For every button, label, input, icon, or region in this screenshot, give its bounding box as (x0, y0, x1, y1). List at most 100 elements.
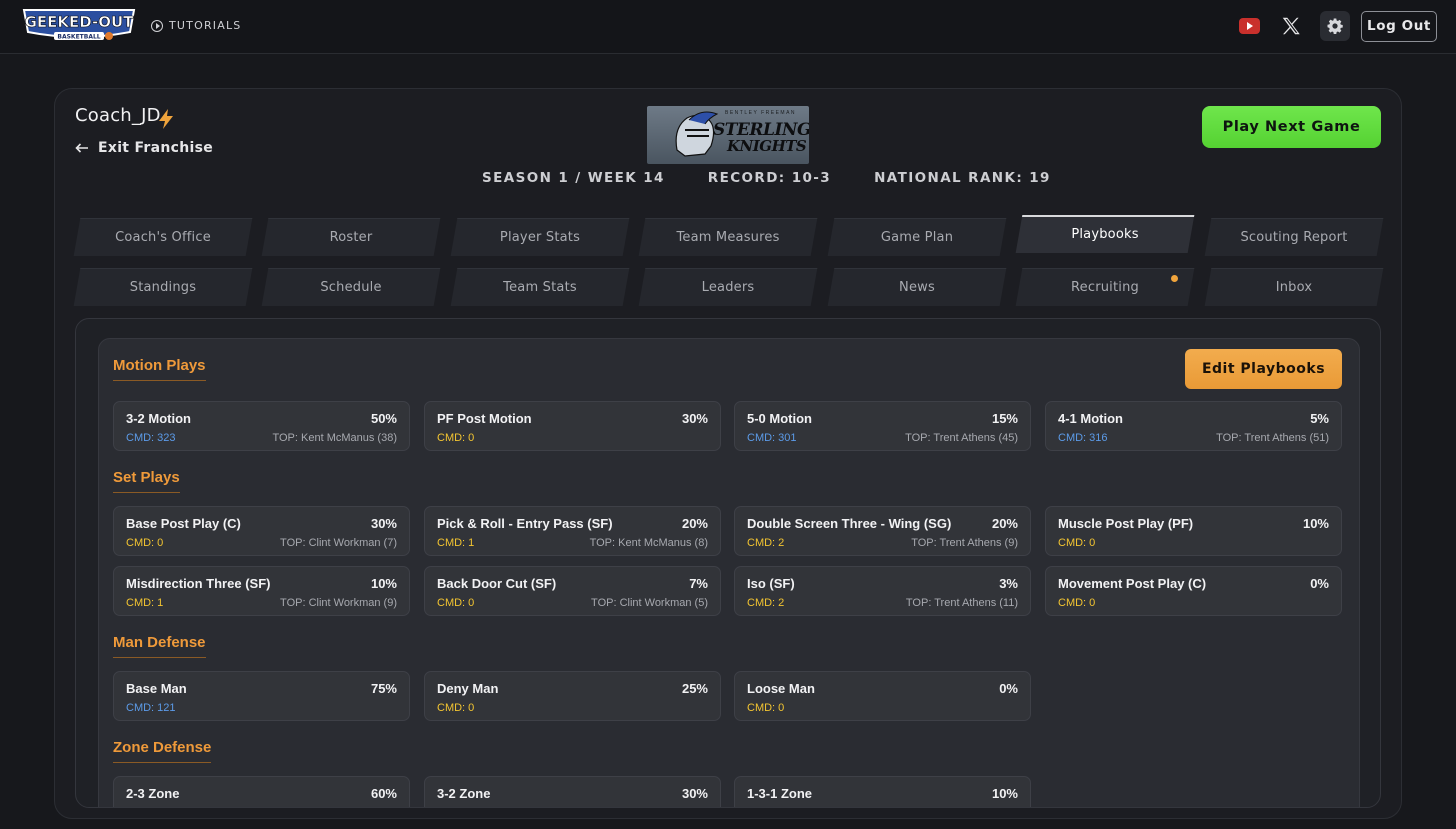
tab-playbooks[interactable]: Playbooks (1015, 215, 1195, 253)
zone-clip: 2-3 Zone 60% 3-2 Zone 30% 1-3-1 Zone 10% (76, 760, 1380, 807)
season-week: SEASON 1 / WEEK 14 (482, 170, 665, 186)
youtube-icon[interactable] (1239, 18, 1260, 34)
section-title-man-defense: Man Defense (113, 634, 206, 658)
play-percent: 75% (370, 681, 397, 696)
play-name: 4-1 Motion (1058, 411, 1123, 426)
tab-team-measures[interactable]: Team Measures (638, 218, 818, 256)
play-name: Loose Man (747, 681, 815, 696)
play-card[interactable]: Back Door Cut (SF) 7% CMD: 0 TOP: Clint … (424, 566, 721, 616)
play-name: Base Post Play (C) (126, 516, 241, 531)
play-cmd: CMD: 0 (437, 702, 475, 714)
play-card[interactable]: 2-3 Zone 60% (113, 776, 410, 807)
tab-leaders[interactable]: Leaders (638, 268, 818, 306)
play-cmd: CMD: 121 (126, 702, 176, 714)
play-percent: 10% (370, 576, 397, 591)
play-percent: 15% (991, 411, 1018, 426)
play-card[interactable]: 4-1 Motion 5% CMD: 316 TOP: Trent Athens… (1045, 401, 1342, 451)
edit-playbooks-button[interactable]: Edit Playbooks (1185, 349, 1342, 389)
play-percent: 10% (1302, 516, 1329, 531)
tab-team-stats[interactable]: Team Stats (450, 268, 630, 306)
play-percent: 50% (370, 411, 397, 426)
settings-button[interactable] (1320, 11, 1350, 41)
play-name: Double Screen Three - Wing (SG) (747, 516, 952, 531)
national-rank: NATIONAL RANK: 19 (874, 170, 1051, 186)
tab-coachs-office[interactable]: Coach's Office (73, 218, 253, 256)
play-card[interactable]: PF Post Motion 30% CMD: 0 (424, 401, 721, 451)
tab-schedule[interactable]: Schedule (261, 268, 441, 306)
play-percent: 30% (681, 411, 708, 426)
tab-standings[interactable]: Standings (73, 268, 253, 306)
play-percent: 7% (689, 576, 708, 591)
play-top-player: TOP: Kent McManus (38) (272, 432, 397, 444)
season-info: SEASON 1 / WEEK 14 RECORD: 10-3 NATIONAL… (482, 170, 1051, 186)
play-percent: 20% (681, 516, 708, 531)
play-card[interactable]: Iso (SF) 3% CMD: 2 TOP: Trent Athens (11… (734, 566, 1031, 616)
team-logo: BENTLEY FREEMAN STERLING KNIGHTS (647, 106, 809, 164)
play-card[interactable]: Base Man 75% CMD: 121 (113, 671, 410, 721)
play-card[interactable]: 3-2 Motion 50% CMD: 323 TOP: Kent McManu… (113, 401, 410, 451)
play-name: Deny Man (437, 681, 499, 696)
play-card[interactable]: Pick & Roll - Entry Pass (SF) 20% CMD: 1… (424, 506, 721, 556)
gear-icon (1327, 18, 1343, 34)
play-card[interactable]: Misdirection Three (SF) 10% CMD: 1 TOP: … (113, 566, 410, 616)
play-top-player: TOP: Clint Workman (9) (280, 597, 397, 609)
play-percent: 3% (999, 576, 1018, 591)
play-cmd: CMD: 0 (437, 432, 475, 444)
play-top-player: TOP: Trent Athens (45) (905, 432, 1018, 444)
play-cmd: CMD: 301 (747, 432, 797, 444)
play-top-player: TOP: Clint Workman (5) (591, 597, 708, 609)
geeked-out-logo[interactable]: GEEKED-OUT BASKETBALL (20, 6, 138, 44)
play-card[interactable]: Loose Man 0% CMD: 0 (734, 671, 1031, 721)
play-percent: 30% (681, 786, 708, 801)
play-cmd: CMD: 0 (126, 537, 164, 549)
play-name: Pick & Roll - Entry Pass (SF) (437, 516, 613, 531)
play-top-player: TOP: Trent Athens (9) (911, 537, 1018, 549)
play-card[interactable]: Deny Man 25% CMD: 0 (424, 671, 721, 721)
x-icon[interactable] (1280, 15, 1302, 37)
play-top-player: TOP: Trent Athens (51) (1216, 432, 1329, 444)
tutorials-label: TUTORIALS (169, 19, 242, 32)
play-name: Movement Post Play (C) (1058, 576, 1207, 591)
play-card[interactable]: Muscle Post Play (PF) 10% CMD: 0 (1045, 506, 1342, 556)
tab-news[interactable]: News (827, 268, 1007, 306)
play-top-player: TOP: Clint Workman (7) (280, 537, 397, 549)
play-name: Base Man (126, 681, 187, 696)
team-record: RECORD: 10-3 (707, 170, 832, 186)
notification-dot (1171, 275, 1178, 282)
exit-franchise-link[interactable]: Exit Franchise (75, 140, 213, 156)
tab-scouting-report[interactable]: Scouting Report (1204, 218, 1384, 256)
coach-name: Coach_JD (75, 105, 161, 126)
play-card[interactable]: 3-2 Zone 30% (424, 776, 721, 807)
logout-button[interactable]: Log Out (1361, 11, 1437, 42)
play-name: Muscle Post Play (PF) (1058, 516, 1194, 531)
tab-recruiting[interactable]: Recruiting (1015, 268, 1195, 306)
tutorials-link[interactable]: TUTORIALS (151, 19, 241, 32)
play-percent: 0% (999, 681, 1018, 696)
play-card[interactable]: Base Post Play (C) 30% CMD: 0 TOP: Clint… (113, 506, 410, 556)
play-cmd: CMD: 0 (747, 702, 785, 714)
play-cmd: CMD: 0 (1058, 597, 1096, 609)
arrow-left-icon (75, 143, 88, 153)
play-circle-icon (151, 19, 163, 32)
play-name: Misdirection Three (SF) (126, 576, 271, 591)
svg-text:BASKETBALL: BASKETBALL (57, 34, 100, 41)
play-card[interactable]: 1-3-1 Zone 10% (734, 776, 1031, 807)
tab-game-plan[interactable]: Game Plan (827, 218, 1007, 256)
play-percent: 25% (681, 681, 708, 696)
play-next-game-button[interactable]: Play Next Game (1202, 106, 1381, 148)
play-card[interactable]: Movement Post Play (C) 0% CMD: 0 (1045, 566, 1342, 616)
play-top-player: TOP: Trent Athens (11) (905, 597, 1018, 609)
play-name: 1-3-1 Zone (747, 786, 813, 801)
play-card[interactable]: 5-0 Motion 15% CMD: 301 TOP: Trent Athen… (734, 401, 1031, 451)
play-percent: 20% (991, 516, 1018, 531)
play-percent: 60% (370, 786, 397, 801)
play-name: 3-2 Zone (437, 786, 491, 801)
tab-roster[interactable]: Roster (261, 218, 441, 256)
play-card[interactable]: Double Screen Three - Wing (SG) 20% CMD:… (734, 506, 1031, 556)
lightning-bolt-icon (159, 109, 173, 129)
tab-player-stats[interactable]: Player Stats (450, 218, 630, 256)
play-name: 2-3 Zone (126, 786, 180, 801)
section-title-motion-plays: Motion Plays (113, 357, 206, 381)
playbooks-panel (75, 318, 1381, 808)
tab-inbox[interactable]: Inbox (1204, 268, 1384, 306)
